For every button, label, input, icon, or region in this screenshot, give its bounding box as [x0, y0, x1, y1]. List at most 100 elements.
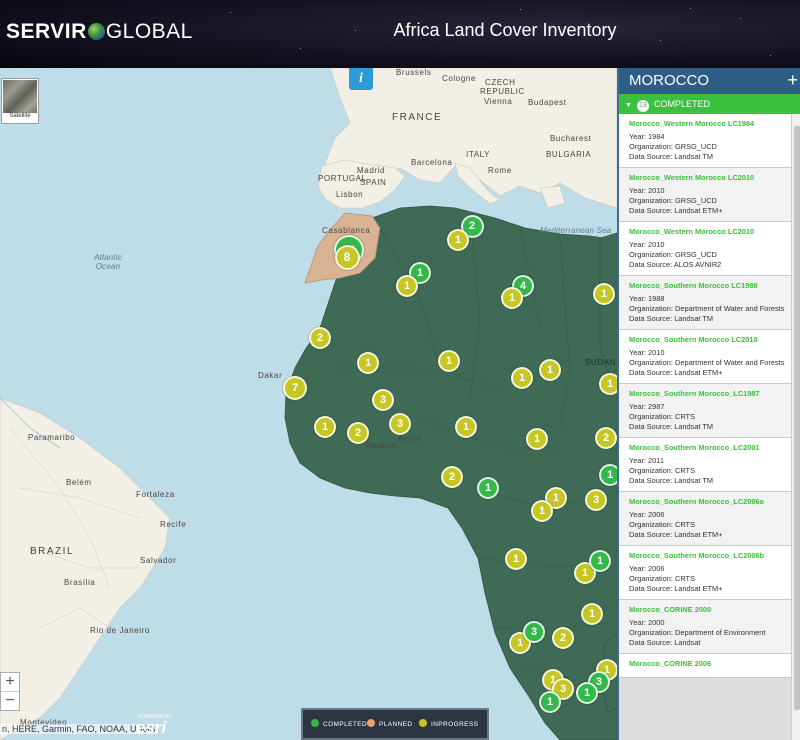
inventory-source: Data Source: Landsat ETM+ — [629, 368, 723, 377]
country-panel: MOROCCO + ▼ 13 COMPLETED Morocco_Western M… — [617, 68, 800, 740]
inventory-title[interactable]: Morocco_Western Morocco LC2010 — [629, 173, 785, 182]
map-label: Lisbon — [336, 190, 364, 199]
legend-item-completed: COMPLETED — [311, 719, 367, 728]
inprogress-dot-icon — [419, 719, 427, 727]
map-cluster-inprogress[interactable]: 2 — [595, 427, 617, 449]
inventory-card[interactable]: Morocco_Southern Morocco_LC1987 Year: 298… — [619, 384, 791, 438]
satellite-thumbnail — [3, 80, 37, 113]
inventory-title[interactable]: Morocco_Southern Morocco_LC2006b — [629, 551, 785, 560]
map-cluster-inprogress[interactable]: 1 — [455, 416, 477, 438]
map-cluster-inprogress[interactable]: 1 — [438, 350, 460, 372]
inventory-source: Data Source: Landsat TM — [629, 476, 714, 485]
zoom-out-button[interactable]: − — [1, 691, 19, 710]
inventory-card[interactable]: Morocco_CORINE 2006 — [619, 654, 791, 678]
list-scrollbar[interactable] — [791, 114, 800, 740]
map-cluster-completed[interactable]: 1 — [477, 477, 499, 499]
zoom-in-button[interactable]: + — [1, 673, 19, 691]
inventory-year: Year: 2011 — [629, 456, 664, 465]
map-cluster-inprogress[interactable]: 2 — [347, 422, 369, 444]
map-cluster-completed[interactable]: 1 — [599, 464, 617, 486]
inventory-title[interactable]: Morocco_CORINE 2000 — [629, 605, 785, 614]
inventory-year: Year: 2010 — [629, 348, 665, 357]
legend-item-planned: PLANNED — [367, 719, 413, 728]
inventory-title[interactable]: Morocco_Southern Morocco_LC2006a — [629, 497, 785, 506]
caret-down-icon: ▼ — [625, 102, 632, 109]
inventory-org: Organization: CRTS — [629, 574, 695, 583]
inventory-title[interactable]: Morocco_Western Morocco LC1984 — [629, 119, 785, 128]
map-cluster-inprogress[interactable]: 1 — [511, 367, 533, 389]
inventory-card[interactable]: Morocco_Southern Morocco LC2010 Year: 201… — [619, 330, 791, 384]
inventory-title[interactable]: Morocco_Southern Morocco_LC1987 — [629, 389, 785, 398]
inventory-card[interactable]: Morocco_Southern Morocco_LC2006a Year: 20… — [619, 492, 791, 546]
map-cluster-inprogress[interactable]: 1 — [357, 352, 379, 374]
inventory-org: Organization: Department of Environment — [629, 628, 766, 637]
inventory-card[interactable]: Morocco_Southern Morocco LC1988 Year: 198… — [619, 276, 791, 330]
inventory-org: Organization: Department of Water and Fo… — [629, 304, 785, 313]
map-label: Brasília — [64, 578, 96, 587]
map-cluster-inprogress[interactable]: 1 — [539, 359, 561, 381]
inventory-card[interactable]: Morocco_Western Morocco LC2010 Year: 2010… — [619, 222, 791, 276]
map-cluster-inprogress[interactable]: 2 — [309, 327, 331, 349]
inventory-card[interactable]: Morocco_CORINE 2000 Year: 2000 Organizatio… — [619, 600, 791, 654]
map-cluster-inprogress[interactable]: 3 — [585, 489, 607, 511]
esri-logo[interactable]: esri — [136, 718, 166, 738]
map-cluster-inprogress[interactable]: 3 — [372, 389, 394, 411]
inventory-org: Organization: Department of Water and Fo… — [629, 358, 785, 367]
map-label: Rio de Janeiro — [90, 626, 150, 635]
map-cluster-inprogress[interactable]: 1 — [599, 373, 617, 395]
map-cluster-inprogress[interactable]: 2 — [441, 466, 463, 488]
map-cluster-completed[interactable]: 1 — [576, 682, 598, 704]
map-cluster-inprogress[interactable]: 1 — [396, 275, 418, 297]
map-label: Paramaribo — [28, 433, 76, 442]
map-cluster-completed[interactable]: 1 — [539, 691, 561, 713]
satellite-label: Satellite — [9, 113, 31, 119]
map-label: Barcelona — [411, 158, 453, 167]
inventory-year: Year: 2006 — [629, 510, 665, 519]
inventory-title[interactable]: Morocco_Southern Morocco LC1988 — [629, 281, 785, 290]
map-label: Casablanca — [322, 226, 371, 235]
satellite-basemap-button[interactable]: Satellite — [1, 78, 39, 124]
map-cluster-inprogress[interactable]: 1 — [501, 287, 523, 309]
map-label: FRANCE — [392, 112, 443, 123]
map-cluster-inprogress[interactable]: 2 — [552, 627, 574, 649]
inventory-title[interactable]: Morocco_Southern Morocco LC2010 — [629, 335, 785, 344]
map-cluster-inprogress[interactable]: 1 — [447, 229, 469, 251]
map-cluster-inprogress[interactable]: 8 — [334, 244, 360, 270]
inventory-org: Organization: CRTS — [629, 466, 695, 475]
inventory-org: Organization: CRTS — [629, 520, 695, 529]
map-cluster-inprogress[interactable]: 7 — [283, 376, 307, 400]
map-cluster-inprogress[interactable]: 1 — [526, 428, 548, 450]
add-button[interactable]: + — [787, 67, 798, 93]
inventory-title[interactable]: Morocco_CORINE 2006 — [629, 659, 785, 668]
map-view[interactable]: Brussels Cologne CZECH REPUBLIC Vienna B… — [0, 68, 617, 740]
inventory-card[interactable]: Morocco_Southern Morocco_LC2001 Year: 201… — [619, 438, 791, 492]
map-label: Atlantic Ocean — [94, 253, 122, 271]
map-cluster-inprogress[interactable]: 1 — [505, 548, 527, 570]
map-label: Mediterranean Sea — [540, 226, 612, 235]
inventory-card[interactable]: Morocco_Southern Morocco_LC2006b Year: 20… — [619, 546, 791, 600]
inventory-title[interactable]: Morocco_Southern Morocco_LC2001 — [629, 443, 785, 452]
scrollbar-thumb[interactable] — [794, 126, 800, 710]
map-cluster-completed[interactable]: 3 — [523, 621, 545, 643]
completed-dot-icon — [311, 719, 319, 727]
inventory-title[interactable]: Morocco_Western Morocco LC2010 — [629, 227, 785, 236]
map-cluster-inprogress[interactable]: 1 — [581, 603, 603, 625]
map-cluster-inprogress[interactable]: 1 — [593, 283, 615, 305]
map-label: Recife — [160, 520, 187, 529]
inventory-card[interactable]: Morocco_Western Morocco LC1984 Year: 1984… — [619, 114, 791, 168]
map-cluster-inprogress[interactable]: 3 — [389, 413, 411, 435]
map-label: Cologne — [442, 74, 477, 83]
status-group-completed[interactable]: ▼ 13 COMPLETED — [619, 94, 800, 114]
map-label: Accra — [398, 434, 422, 443]
inventory-source: Data Source: ALOS AVNIR2 — [629, 260, 722, 269]
map-label: Vienna — [484, 97, 513, 106]
map-cluster-inprogress[interactable]: 1 — [531, 500, 553, 522]
map-label: Belém — [66, 478, 92, 487]
servir-global-logo[interactable]: SERVIR GLOBAL — [6, 20, 193, 44]
info-button[interactable]: i — [349, 68, 373, 90]
map-label: Abidjan — [366, 441, 397, 450]
map-cluster-inprogress[interactable]: 1 — [314, 416, 336, 438]
map-cluster-completed[interactable]: 1 — [589, 550, 611, 572]
inventory-card[interactable]: Morocco_Western Morocco LC2010 Year: 2010… — [619, 168, 791, 222]
map-label: ITALY — [466, 150, 491, 159]
